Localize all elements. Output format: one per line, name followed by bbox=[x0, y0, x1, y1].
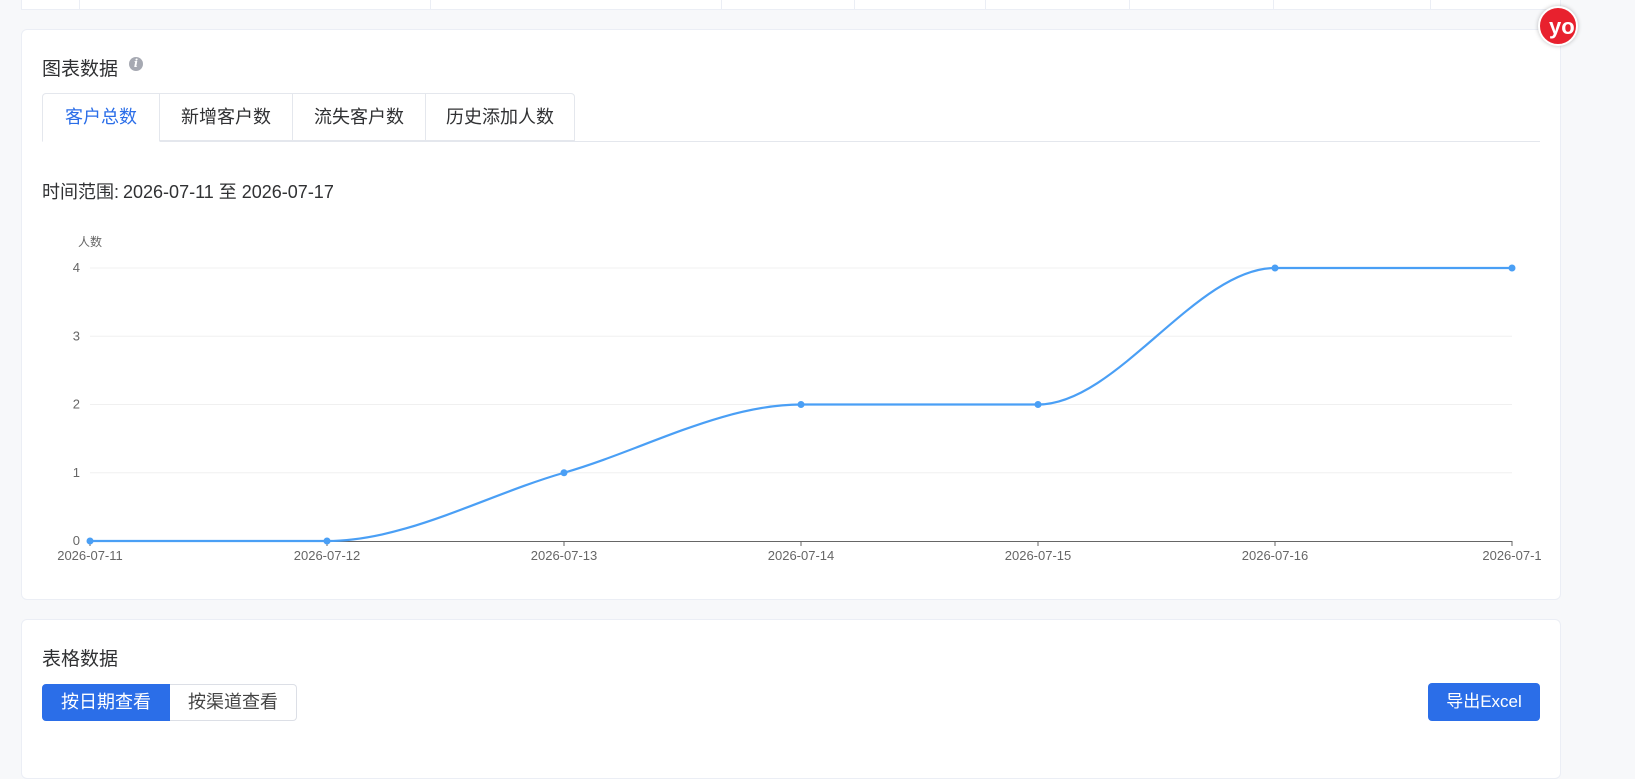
data-point[interactable] bbox=[86, 537, 94, 545]
x-tick-label: 2026-07-16 bbox=[1242, 548, 1309, 563]
previous-table-bottom bbox=[21, 0, 1561, 10]
y-tick-label: 0 bbox=[73, 533, 80, 548]
data-point[interactable] bbox=[1034, 401, 1042, 408]
data-point[interactable] bbox=[560, 469, 568, 477]
table-data-card: 表格数据 按日期查看 按渠道查看 导出Excel bbox=[21, 619, 1561, 779]
x-tick-label: 2026-07-14 bbox=[768, 548, 835, 563]
y-tick-label: 2 bbox=[73, 397, 80, 412]
table-section-title: 表格数据 bbox=[42, 649, 119, 670]
x-tick-label: 2026-07-12 bbox=[294, 548, 361, 563]
data-point[interactable] bbox=[1508, 264, 1516, 272]
view-by-date-button[interactable]: 按日期查看 bbox=[42, 684, 170, 721]
view-by-channel-button[interactable]: 按渠道查看 bbox=[170, 684, 297, 721]
chart-grid bbox=[90, 267, 1512, 474]
x-tick-label: 2026-07-1 bbox=[1482, 548, 1541, 563]
data-point[interactable] bbox=[797, 401, 805, 408]
data-point[interactable] bbox=[323, 537, 331, 545]
y-tick-label: 4 bbox=[73, 260, 80, 275]
chart-axes: 0 1 2 3 4 2026-07-11 2026-07-12 2026-07-13 2026-… bbox=[57, 260, 1541, 563]
y-tick-label: 3 bbox=[73, 328, 80, 343]
y-tick-label: 1 bbox=[73, 465, 80, 480]
floating-assistant-badge[interactable]: yo bbox=[1538, 6, 1578, 46]
export-excel-button[interactable]: 导出Excel bbox=[1428, 683, 1540, 721]
x-tick-label: 2026-07-11 bbox=[57, 548, 123, 563]
chart-data-card: 图表数据 i 客户总数 新增客户数 流失客户数 历史添加人数 时间范围: 2026… bbox=[21, 29, 1561, 600]
y-axis-label: 人数 bbox=[78, 234, 102, 249]
view-toggle: 按日期查看 按渠道查看 bbox=[42, 684, 297, 721]
line-chart: 0 1 2 3 4 2026-07-11 2026-07-12 2026-07-13 2026-… bbox=[57, 234, 1541, 563]
x-tick-label: 2026-07-13 bbox=[531, 548, 598, 563]
data-point[interactable] bbox=[1271, 264, 1279, 272]
x-tick-label: 2026-07-15 bbox=[1005, 548, 1072, 563]
